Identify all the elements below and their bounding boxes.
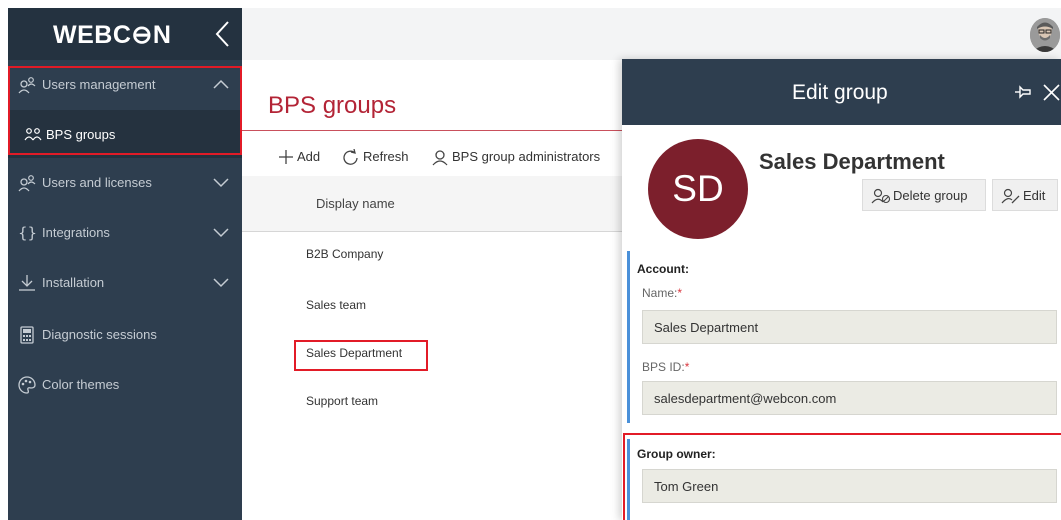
row-display-name: B2B Company: [306, 247, 384, 261]
group-icon: [24, 128, 42, 141]
chevron-down-icon: [213, 178, 229, 188]
row-display-name: Support team: [306, 394, 379, 408]
bps-id-field-label: BPS ID:*: [642, 360, 689, 374]
sidebar-item-label: Diagnostic sessions: [42, 327, 157, 342]
bps-group-administrators-label: BPS group administrators: [452, 149, 601, 164]
braces-icon: {}: [18, 224, 36, 242]
sidebar: WEBC⊖N Users management BPS groups Users…: [8, 8, 242, 520]
sidebar-item-installation[interactable]: Installation: [8, 258, 242, 308]
edit-user-icon: [1001, 188, 1020, 204]
sidebar-item-users-management[interactable]: Users management: [8, 60, 242, 110]
delete-group-button[interactable]: Delete group: [862, 179, 986, 211]
group-name: Sales Department: [759, 149, 945, 174]
edit-label: Edit: [1023, 188, 1046, 203]
add-button[interactable]: Add: [278, 146, 328, 170]
sidebar-item-color-themes[interactable]: Color themes: [8, 360, 242, 410]
panel-header: Edit group: [622, 59, 1061, 125]
table-row[interactable]: Sales Department: [242, 331, 622, 379]
delete-user-icon: [871, 188, 891, 204]
bps-id-field[interactable]: salesdepartment@webcon.com: [642, 381, 1057, 415]
add-label: Add: [297, 149, 321, 164]
name-label-text: Name:: [642, 286, 678, 300]
name-field-label: Name:*: [642, 286, 682, 300]
table-row[interactable]: Support team: [242, 379, 622, 427]
user-icon: [432, 150, 448, 166]
sidebar-item-label: BPS groups: [46, 127, 116, 142]
refresh-label: Refresh: [363, 149, 409, 164]
brand-bar: WEBC⊖N: [8, 8, 242, 60]
sidebar-item-label: Users management: [42, 77, 156, 92]
sidebar-item-bps-groups[interactable]: BPS groups: [8, 110, 242, 158]
row-display-name: Sales team: [306, 298, 367, 312]
refresh-button[interactable]: Refresh: [342, 146, 422, 170]
sidebar-item-users-and-licenses[interactable]: Users and licenses: [8, 158, 242, 208]
bps-id-label-text: BPS ID:: [642, 360, 685, 374]
pin-icon[interactable]: [1014, 83, 1032, 101]
table-row[interactable]: B2B Company: [242, 232, 622, 280]
group-owner-section-title: Group owner:: [637, 447, 716, 461]
account-section-title: Account:: [637, 262, 689, 276]
download-icon: [19, 275, 35, 291]
account-section-bar: [627, 251, 630, 423]
sidebar-item-label: Color themes: [42, 377, 120, 392]
table-row[interactable]: Sales team: [242, 283, 622, 331]
plus-icon: [279, 150, 293, 164]
bps-group-administrators-button[interactable]: BPS group administrators: [432, 146, 612, 170]
required-asterisk: *: [684, 360, 690, 374]
page-title: BPS groups: [268, 92, 397, 119]
owner-section-bar: [627, 439, 630, 520]
close-icon[interactable]: [1042, 83, 1061, 102]
name-field[interactable]: Sales Department: [642, 310, 1057, 344]
top-bar: [242, 8, 1061, 60]
sidebar-item-label: Integrations: [42, 225, 110, 240]
column-header-display-name[interactable]: Display name: [242, 176, 622, 232]
column-header-label: Display name: [316, 196, 395, 211]
title-divider: [242, 130, 622, 131]
required-asterisk: *: [677, 286, 683, 300]
palette-icon: [18, 376, 36, 394]
chevron-up-icon: [213, 79, 229, 89]
collapse-sidebar-icon[interactable]: [212, 20, 234, 48]
sidebar-item-label: Installation: [42, 275, 105, 290]
sidebar-item-diagnostic-sessions[interactable]: Diagnostic sessions: [8, 310, 242, 360]
refresh-icon: [343, 149, 358, 165]
user-avatar[interactable]: [1030, 18, 1060, 52]
edit-group-panel: Edit group SD Sales Department Delete gr…: [622, 59, 1061, 520]
calculator-icon: [20, 326, 34, 344]
chevron-down-icon: [213, 228, 229, 238]
users-icon: [18, 175, 36, 192]
edit-button[interactable]: Edit: [992, 179, 1058, 211]
delete-group-label: Delete group: [893, 188, 968, 203]
group-owner-field[interactable]: Tom Green: [642, 469, 1057, 503]
row-display-name: Sales Department: [306, 346, 403, 360]
users-icon: [18, 77, 36, 94]
chevron-down-icon: [213, 278, 229, 288]
group-avatar: SD: [648, 139, 748, 239]
user-photo-icon: [1030, 18, 1060, 52]
panel-title: Edit group: [792, 81, 888, 104]
webcon-logo: WEBC⊖N: [53, 21, 172, 49]
svg-text:{}: {}: [18, 224, 36, 242]
sidebar-item-integrations[interactable]: {} Integrations: [8, 208, 242, 258]
sidebar-item-label: Users and licenses: [42, 175, 152, 190]
